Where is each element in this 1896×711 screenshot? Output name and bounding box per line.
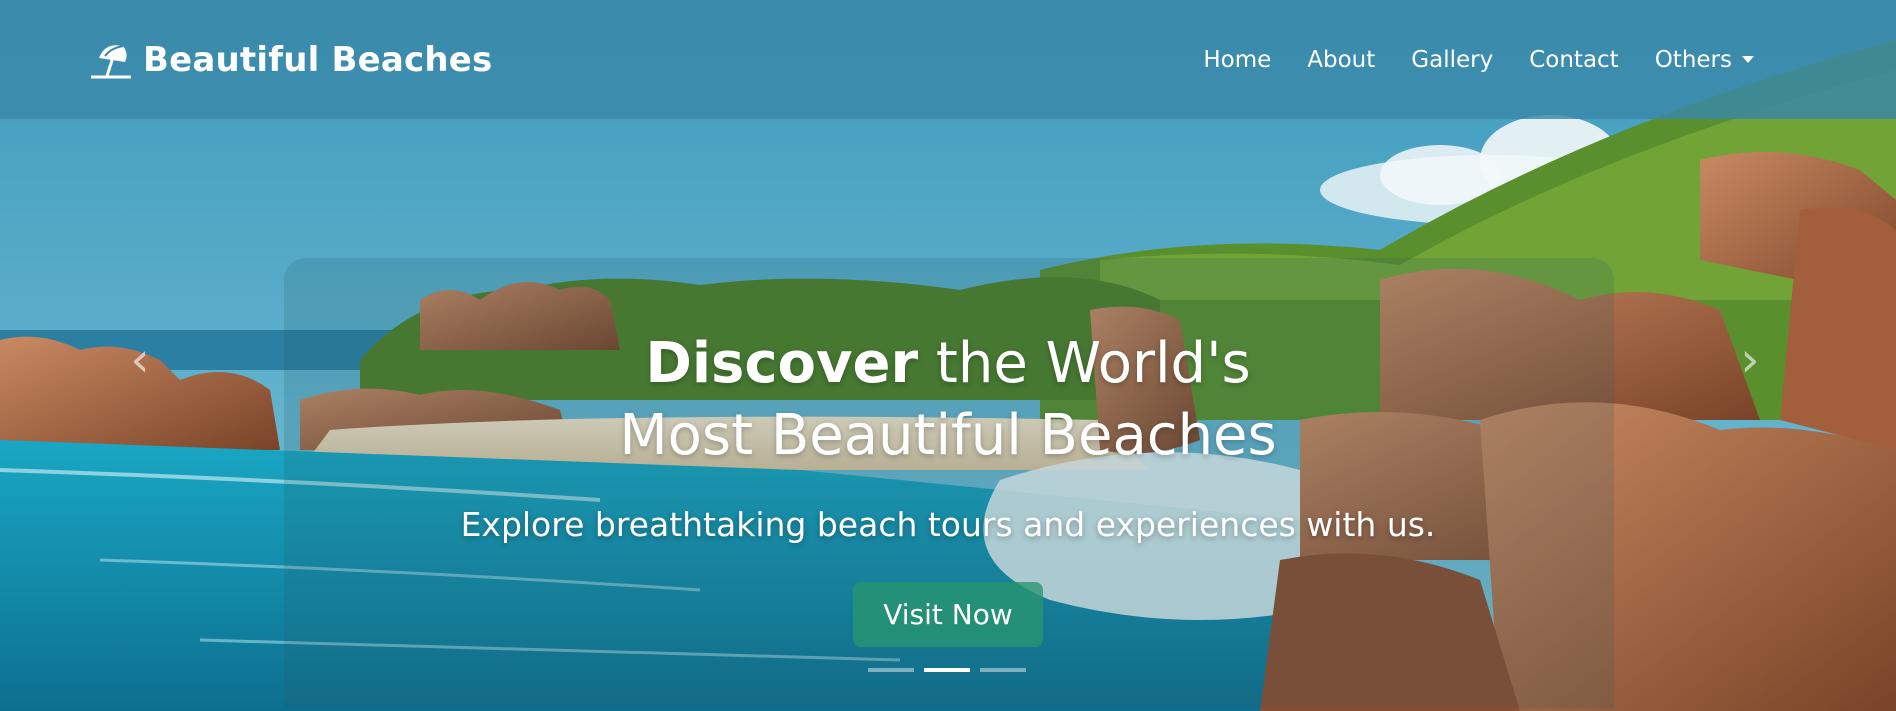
hero-headline-bold: Discover — [645, 330, 919, 396]
nav-others-dropdown[interactable]: Others — [1637, 47, 1772, 73]
carousel-indicator-1[interactable] — [868, 668, 914, 672]
nav-gallery-link[interactable]: Gallery — [1393, 47, 1511, 73]
hero-headline: Discover the World's Most Beautiful Beac… — [0, 328, 1896, 472]
nav-others-label: Others — [1654, 46, 1732, 73]
carousel-indicator-3[interactable] — [980, 668, 1026, 672]
brand-link[interactable]: Beautiful Beaches — [89, 38, 493, 82]
hero-headline-rest: the World's — [918, 330, 1251, 396]
nav-home-link[interactable]: Home — [1185, 47, 1289, 73]
visit-now-button[interactable]: Visit Now — [853, 582, 1043, 647]
nav-about-link[interactable]: About — [1289, 47, 1393, 73]
beach-umbrella-icon — [91, 44, 131, 78]
top-navbar: Beautiful Beaches Home About Gallery Con… — [0, 0, 1896, 119]
hero-headline-line2: Most Beautiful Beaches — [619, 402, 1277, 468]
brand-name: Beautiful Beaches — [143, 39, 493, 80]
hero-subtitle: Explore breathtaking beach tours and exp… — [460, 505, 1436, 544]
carousel-indicators — [868, 668, 1026, 672]
caret-down-icon — [1742, 56, 1754, 63]
nav-links: Home About Gallery Contact Others — [1185, 47, 1772, 73]
carousel-indicator-2[interactable] — [924, 668, 970, 672]
nav-contact-link[interactable]: Contact — [1511, 47, 1636, 73]
